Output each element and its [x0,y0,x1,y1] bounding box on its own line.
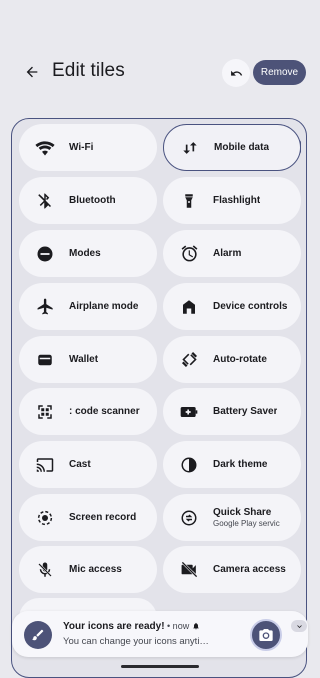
wifi-icon [34,137,56,159]
notification-expand-button[interactable] [291,620,307,632]
mic-off-icon [34,559,56,581]
notification-time: • now [164,621,190,631]
header: Edit tiles Remove [0,50,320,94]
chevron-down-icon [296,624,302,628]
notification-title-text: Your icons are ready! [63,621,165,632]
flashlight-icon [178,190,200,212]
tile-label: Flashlight [213,195,261,206]
tile-camera-access[interactable]: Camera access [163,546,301,593]
tile-label: Bluetooth [69,195,116,206]
tile-battery-saver[interactable]: Battery Saver [163,388,301,435]
tile-screen-record[interactable]: Screen record [19,494,157,541]
notification-title: Your icons are ready! • now [63,621,200,632]
tile-label: Airplane mode [69,301,139,312]
tile-airplane-mode[interactable]: Airplane mode [19,283,157,330]
tile-label: Alarm [213,248,242,259]
camera-off-icon [178,559,200,581]
tile-label: Mic access [69,564,122,575]
dark-theme-icon [178,454,200,476]
cast-icon [34,454,56,476]
alert-icon [193,622,199,630]
undo-button[interactable] [222,59,250,87]
tile-modes[interactable]: Modes [19,230,157,277]
tile-label: Cast [69,459,91,470]
tile-flashlight[interactable]: Flashlight [163,177,301,224]
tile-label: Wallet [69,354,99,365]
mobile-data-icon [179,137,201,159]
airplane-icon [34,296,56,318]
notification-body: You can change your icons anyti… [63,636,209,647]
tile-device-controls[interactable]: Device controls [163,283,301,330]
tile-mobile-data[interactable]: Mobile data [163,124,301,171]
tile-text: Quick Share Google Play servic [213,507,280,528]
arrow-back-icon [26,66,38,78]
bluetooth-off-icon [34,190,56,212]
notification-app-icon [24,621,52,649]
home-icon [178,296,200,318]
tile-alarm[interactable]: Alarm [163,230,301,277]
tile-quick-share[interactable]: Quick Share Google Play servic [163,494,301,541]
undo-icon [230,70,242,76]
tile-dark-theme[interactable]: Dark theme [163,441,301,488]
modes-icon [34,243,56,265]
tile-label: : code scanner [69,406,140,417]
tile-label: Battery Saver [213,406,278,417]
tile-label: Modes [69,248,101,259]
tile-label: Screen record [69,512,137,523]
page-title: Edit tiles [52,60,125,81]
tile-label: Mobile data [214,142,270,153]
back-button[interactable] [20,60,44,84]
battery-saver-icon [178,401,200,423]
tile-label: Dark theme [213,459,268,470]
tile-cast[interactable]: Cast [19,441,157,488]
tile-wifi[interactable]: Wi-Fi [19,124,157,171]
tile-label: Quick Share [213,507,272,518]
tile-wallet[interactable]: Wallet [19,336,157,383]
auto-rotate-icon [178,349,200,371]
notification-card[interactable]: Your icons are ready! • now You can chan… [12,611,308,657]
tile-label: Device controls [213,301,288,312]
qr-scanner-icon [34,401,56,423]
gesture-navigation-bar[interactable] [121,665,199,668]
alarm-icon [178,243,200,265]
tile-label: Auto-rotate [213,354,267,365]
tile-mic-access[interactable]: Mic access [19,546,157,593]
tile-label: Wi-Fi [69,142,94,153]
remove-button[interactable]: Remove [253,60,306,85]
camera-icon [259,629,273,641]
screen-record-icon [34,507,56,529]
quick-share-icon [178,507,200,529]
notification-camera-button[interactable] [250,619,282,651]
tile-label: Camera access [213,564,286,575]
tile-sublabel: Google Play servic [213,519,280,528]
tile-bluetooth[interactable]: Bluetooth [19,177,157,224]
tile-code-scanner[interactable]: : code scanner [19,388,157,435]
wallet-icon [34,349,56,371]
tile-auto-rotate[interactable]: Auto-rotate [163,336,301,383]
brush-icon [32,629,44,641]
